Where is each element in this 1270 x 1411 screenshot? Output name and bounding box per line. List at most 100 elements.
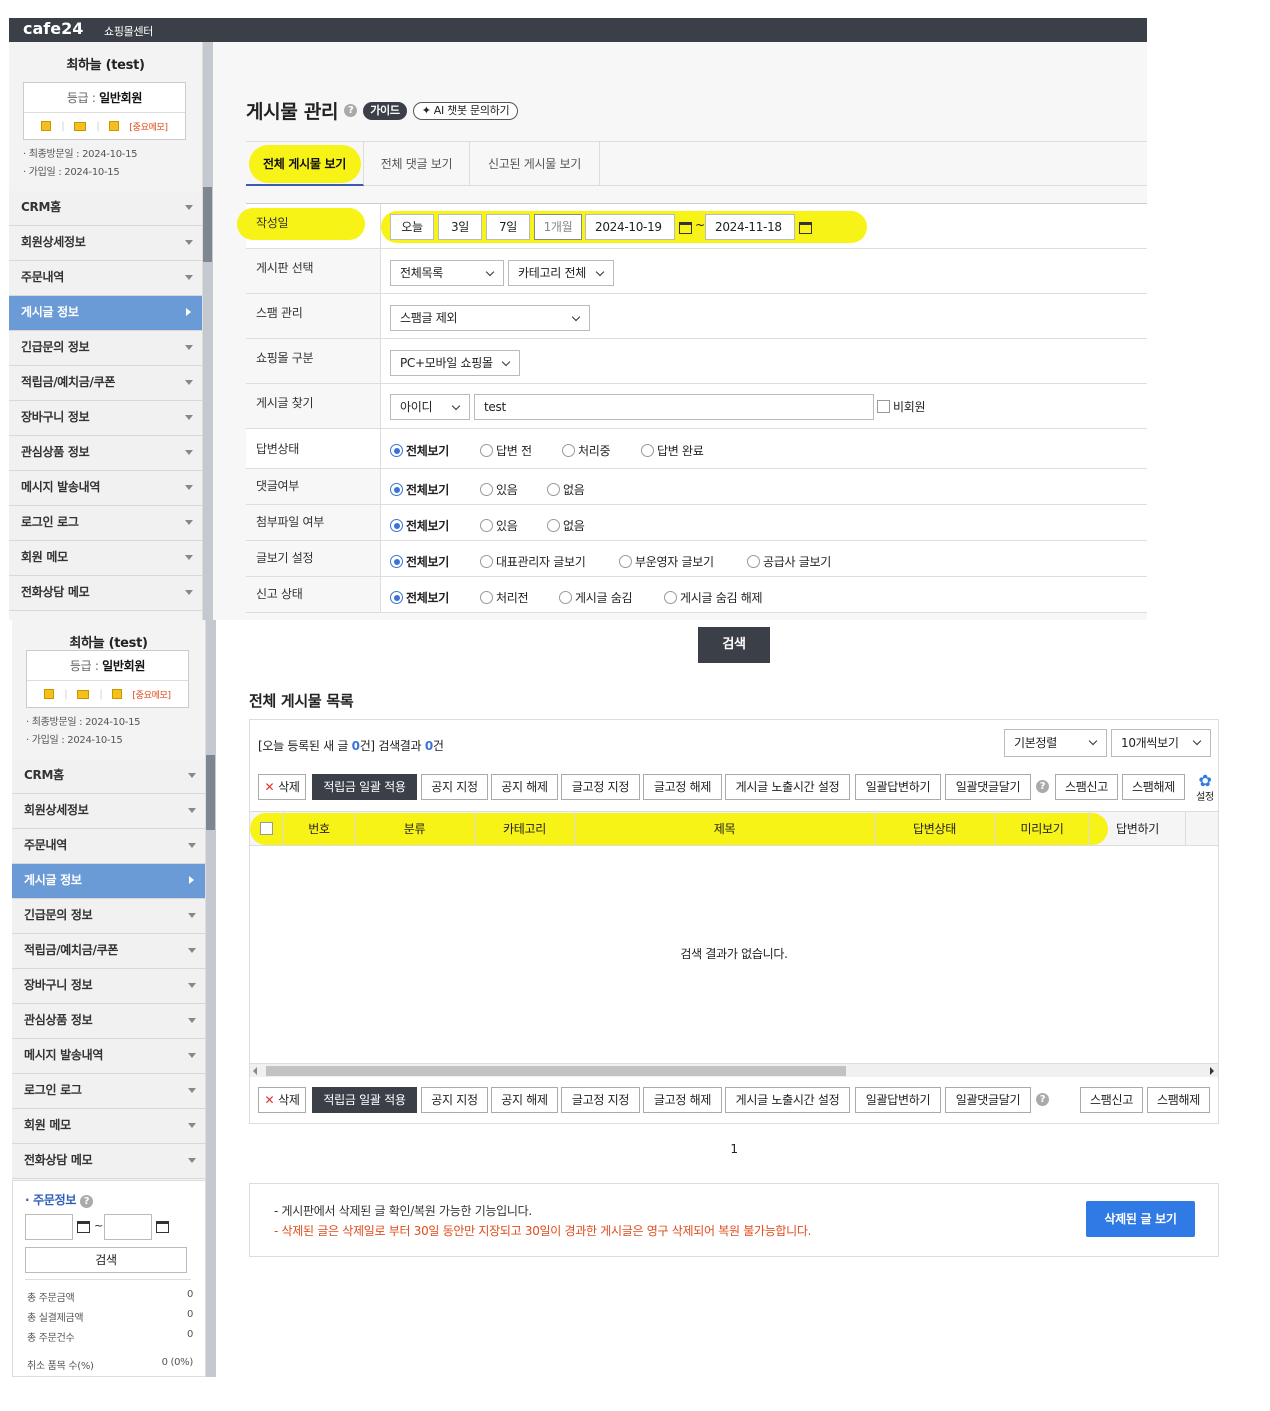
attach-option[interactable]: 있음 [480,517,518,534]
notice-unset-button[interactable]: 공지 해제 [491,1087,558,1113]
find-field-select[interactable]: 아이디 [390,394,470,420]
col-type[interactable]: 분류 [355,812,475,846]
spam-select[interactable]: 스팸글 제외 [390,305,590,331]
radio-button[interactable] [664,591,677,604]
category-select[interactable]: 카테고리 전체 [508,260,614,286]
calendar-icon[interactable] [799,222,812,234]
calendar-icon[interactable] [156,1221,169,1233]
radio-button[interactable] [480,591,493,604]
tab-all-posts[interactable]: 전체 게시물 보기 [246,142,364,186]
scroll-right-icon[interactable] [1210,1067,1214,1075]
radio-button[interactable] [480,555,493,568]
bulk-comment-button[interactable]: 일괄댓글달기 [945,774,1031,800]
sidebar-item[interactable]: 관심상품 정보 [9,436,202,471]
sidebar-item[interactable]: 관심상품 정보 [12,1004,205,1039]
radio-button[interactable] [480,519,493,532]
sidebar-collapse-handle[interactable] [206,755,215,830]
keyword-input[interactable]: test [474,394,874,420]
sidebar-item[interactable]: 장바구니 정보 [12,969,205,1004]
bulk-answer-button[interactable]: 일괄답변하기 [855,774,941,800]
report-option[interactable]: 전체보기 [390,589,449,606]
note-icon[interactable] [44,689,55,699]
sort-select[interactable]: 기본정렬 [1004,729,1107,757]
sidebar-item[interactable]: 회원상세정보 [12,794,205,829]
apply-points-button[interactable]: 적립금 일괄 적용 [312,1087,417,1113]
sidebar-item[interactable]: 게시글 정보 [9,296,202,331]
calendar-icon[interactable] [679,222,692,234]
board-select[interactable]: 전체목록 [390,260,504,286]
sidebar-item[interactable]: 장바구니 정보 [9,401,202,436]
sidebar-item[interactable]: 긴급문의 정보 [12,899,205,934]
col-category[interactable]: 카테고리 [475,812,575,846]
exposure-time-button[interactable]: 게시글 노출시간 설정 [725,774,850,800]
apply-points-button[interactable]: 적립금 일괄 적용 [312,774,417,800]
notice-set-button[interactable]: 공지 지정 [421,774,488,800]
delete-button[interactable]: ✕ 삭제 [258,774,306,800]
answer-option[interactable]: 전체보기 [390,442,449,459]
sidebar-item[interactable]: 회원 메모 [9,541,202,576]
pin-set-button[interactable]: 글고정 지정 [561,1087,640,1113]
sidebar-item[interactable]: 전화상담 메모 [12,1144,205,1179]
radio-button[interactable] [390,555,403,568]
radio-button[interactable] [747,555,760,568]
sidebar-item[interactable]: 회원 메모 [12,1109,205,1144]
sidebar-item[interactable]: 주문내역 [9,261,202,296]
help-icon[interactable]: ? [1036,780,1049,793]
checkbox[interactable] [877,400,890,413]
radio-button[interactable] [480,483,493,496]
sidebar-item[interactable]: 전화상담 메모 [9,576,202,611]
radio-button[interactable] [390,519,403,532]
radio-button[interactable] [390,483,403,496]
radio-button[interactable] [559,591,572,604]
help-icon[interactable]: ? [1036,1093,1049,1106]
mall-select[interactable]: PC+모바일 쇼핑몰 [390,350,520,376]
report-option[interactable]: 처리전 [480,589,529,606]
author-option[interactable]: 전체보기 [390,553,449,570]
author-option[interactable]: 부운영자 글보기 [619,553,714,570]
sidebar-item[interactable]: CRM홈 [12,759,205,794]
memo-icon[interactable] [112,689,123,699]
sidebar-collapse-handle[interactable] [203,187,212,262]
col-number[interactable]: 번호 [284,812,355,846]
radio-button[interactable] [390,444,403,457]
col-subject[interactable]: 제목 [575,812,875,846]
spam-report-button[interactable]: 스팸신고 [1055,774,1118,800]
delete-button[interactable]: ✕ 삭제 [258,1087,306,1113]
quick-today-button[interactable]: 오늘 [390,214,434,240]
sidebar-item[interactable]: CRM홈 [9,191,202,226]
help-icon[interactable]: ? [344,104,358,117]
mail-icon[interactable] [74,121,87,131]
horizontal-scrollbar[interactable] [250,1063,1218,1077]
settings-button[interactable]: ✿ 설정 [1195,773,1215,804]
quick-1month-button[interactable]: 1개월 [534,214,582,240]
sidebar-item[interactable]: 긴급문의 정보 [9,331,202,366]
sidebar-item[interactable]: 회원상세정보 [9,226,202,261]
col-answer-status[interactable]: 답변상태 [875,812,995,846]
attach-option[interactable]: 전체보기 [390,517,449,534]
answer-option[interactable]: 처리중 [562,442,611,459]
help-icon[interactable]: ? [80,1195,93,1208]
radio-button[interactable] [480,444,493,457]
col-preview[interactable]: 미리보기 [995,812,1090,846]
pagination-current[interactable]: 1 [249,1142,1219,1156]
end-date-input[interactable]: 2024-11-18 [705,214,795,240]
exposure-time-button[interactable]: 게시글 노출시간 설정 [725,1087,850,1113]
sidebar-item[interactable]: 메시지 발송내역 [9,471,202,506]
sidebar-item[interactable]: 게시글 정보 [12,864,205,899]
quick-3days-button[interactable]: 3일 [438,214,482,240]
order-start-date[interactable] [25,1214,73,1240]
nonmember-checkbox[interactable]: 비회원 [877,398,926,415]
author-option[interactable]: 공급사 글보기 [747,553,831,570]
important-memo-link[interactable]: [중요메모] [132,688,171,701]
sidebar-item[interactable]: 메시지 발송내역 [12,1039,205,1074]
cafe24-logo[interactable]: cafe24 [23,19,83,38]
sidebar-item[interactable]: 적립금/예치금/쿠폰 [9,366,202,401]
sidebar-item[interactable]: 로그인 로그 [12,1074,205,1109]
comment-option[interactable]: 전체보기 [390,481,449,498]
report-option[interactable]: 게시글 숨김 [559,589,633,606]
sidebar-divider[interactable] [203,42,213,620]
scrollbar-thumb[interactable] [266,1066,846,1076]
notice-unset-button[interactable]: 공지 해제 [491,774,558,800]
col-reply[interactable]: 답변하기 [1090,812,1186,846]
sidebar-item[interactable]: 주문내역 [12,829,205,864]
